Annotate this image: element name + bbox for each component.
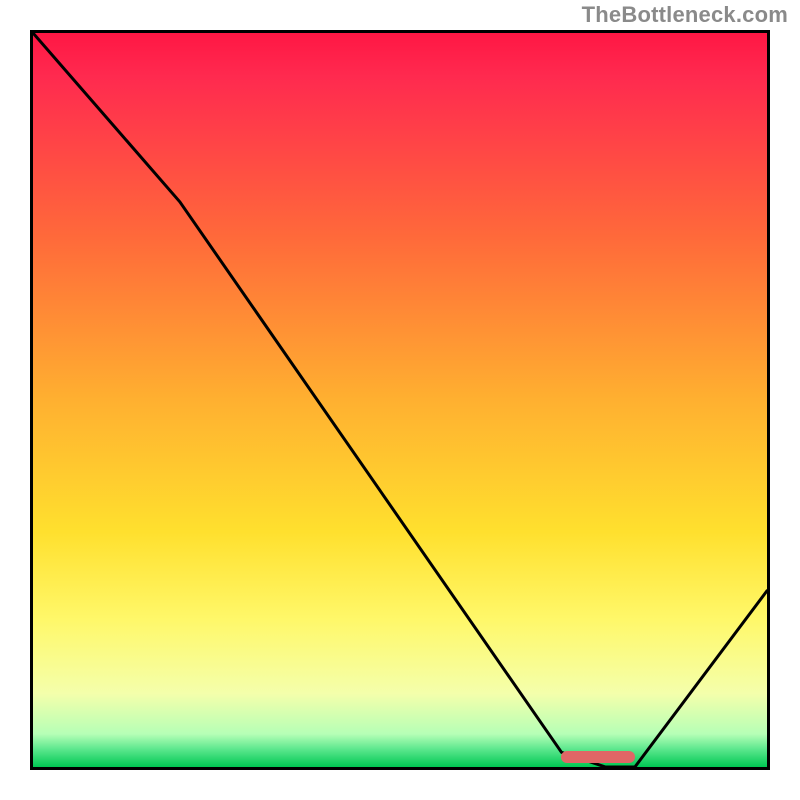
attribution-text: TheBottleneck.com [582,2,788,28]
curve-layer [33,33,767,767]
optimal-range-marker [561,751,634,763]
chart-frame: TheBottleneck.com [0,0,800,800]
bottleneck-curve [33,33,767,767]
plot-area [30,30,770,770]
